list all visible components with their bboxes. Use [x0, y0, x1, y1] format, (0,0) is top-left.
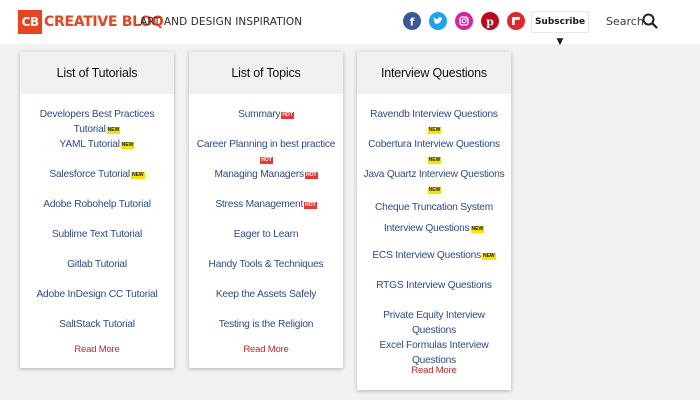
new-badge: NEW: [120, 142, 135, 149]
new-badge: NEW: [130, 172, 145, 179]
new-badge: NEW: [470, 226, 485, 233]
list-item[interactable]: Cheque Truncation System Interview Quest…: [357, 197, 511, 248]
list-item[interactable]: Adobe Robohelp Tutorial: [20, 197, 174, 227]
card-tutorials: List of Tutorials Developers Best Practi…: [20, 52, 174, 368]
search-icon[interactable]: [642, 13, 658, 34]
list-item[interactable]: Career Planning in best practiceHOT: [189, 137, 343, 167]
hot-badge: HOT: [304, 172, 318, 179]
new-badge: NEW: [427, 127, 442, 134]
new-badge: NEW: [106, 127, 121, 134]
list-item[interactable]: Summary HOT: [189, 107, 343, 137]
site-header: CB CREATIVE BLOQ ART AND DESIGN INSPIRAT…: [0, 0, 700, 47]
list-item[interactable]: Adobe InDesign CC Tutorial: [20, 287, 174, 317]
tagline: ART AND DESIGN INSPIRATION: [140, 16, 303, 28]
card-title: List of Topics: [189, 52, 343, 94]
topic-list: Summary HOT Career Planning in best pract…: [189, 94, 343, 344]
list-item[interactable]: Private Equity Interview Questions: [357, 308, 511, 338]
read-more-link[interactable]: Read More: [20, 344, 174, 355]
list-item[interactable]: Sublime Text Tutorial: [20, 227, 174, 257]
list-item[interactable]: RTGS Interview Questions: [357, 278, 511, 308]
hot-badge: HOT: [281, 112, 294, 119]
card-interview-questions: Interview Questions Ravendb Interview Qu…: [357, 52, 511, 390]
interview-list: Ravendb Interview QuestionsNEW Cobertura…: [357, 94, 511, 366]
list-item[interactable]: Excel Formulas Interview Questions: [357, 338, 511, 366]
list-item[interactable]: Stress Management HOT: [189, 197, 343, 227]
hot-badge: HOT: [260, 157, 273, 164]
list-item[interactable]: Eager to Learn: [189, 227, 343, 257]
card-title: List of Tutorials: [20, 52, 174, 94]
list-item[interactable]: Handy Tools & Techniques: [189, 257, 343, 287]
card-title: Interview Questions: [357, 52, 511, 94]
pinterest-icon[interactable]: p: [481, 12, 499, 30]
svg-text:p: p: [486, 16, 494, 29]
read-more-link[interactable]: Read More: [357, 365, 511, 376]
list-item[interactable]: ECS Interview Questions NEW: [357, 248, 511, 278]
new-badge: NEW: [481, 253, 496, 260]
list-item[interactable]: Managing Managers HOT: [189, 167, 343, 197]
subscribe-dropdown[interactable]: Subscribe ▼: [531, 11, 589, 47]
facebook-icon[interactable]: f: [403, 12, 421, 30]
list-item[interactable]: Cobertura Interview QuestionsNEW: [357, 137, 511, 167]
instagram-icon[interactable]: [455, 12, 473, 30]
tutorial-list: Developers Best Practices Tutorial NEW YA…: [20, 94, 174, 344]
social-links: f p: [403, 12, 525, 30]
twitter-icon[interactable]: [429, 12, 447, 30]
list-item[interactable]: Keep the Assets Safely: [189, 287, 343, 317]
list-item[interactable]: Salesforce Tutorial NEW: [20, 167, 174, 197]
search-label[interactable]: Search: [606, 15, 644, 28]
logo-badge[interactable]: CB: [18, 10, 42, 34]
new-badge: NEW: [427, 187, 442, 194]
flipboard-icon[interactable]: [507, 12, 525, 30]
list-item[interactable]: YAML Tutorial NEW: [20, 137, 174, 167]
read-more-link[interactable]: Read More: [189, 344, 343, 355]
svg-text:f: f: [410, 16, 415, 29]
list-item[interactable]: Java Quartz Interview QuestionsNEW: [357, 167, 511, 197]
list-item[interactable]: Gitlab Tutorial: [20, 257, 174, 287]
new-badge: NEW: [427, 157, 442, 164]
hot-badge: HOT: [304, 202, 317, 209]
list-item[interactable]: Ravendb Interview QuestionsNEW: [357, 107, 511, 137]
list-item[interactable]: Developers Best Practices Tutorial NEW: [20, 107, 174, 137]
list-item[interactable]: SaltStack Tutorial: [20, 317, 174, 344]
card-topics: List of Topics Summary HOT Career Plannin…: [189, 52, 343, 368]
list-item[interactable]: Testing is the Religion: [189, 317, 343, 344]
